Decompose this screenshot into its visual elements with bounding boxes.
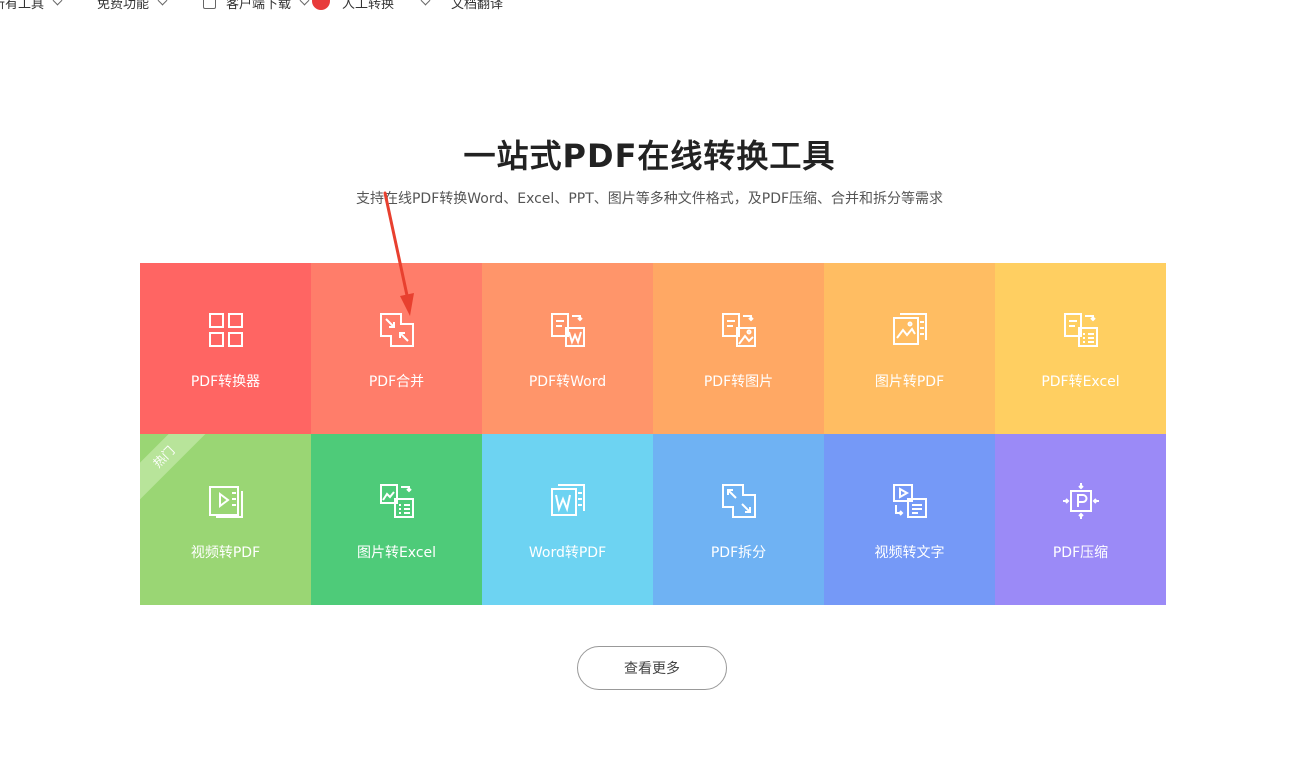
nav-item-label: 人工转换 [342, 0, 395, 12]
tool-label: PDF转Excel [1041, 374, 1120, 390]
top-nav: 所有工具 免费功能 客户端下载 人工转换 文档翻译 [0, 0, 1299, 14]
tool-tile-video-to-pdf[interactable]: 热门 视频转PDF [140, 434, 311, 605]
tool-tile-pdf-to-word[interactable]: PDF转Word [482, 263, 653, 434]
tool-tile-pdf-converter[interactable]: PDF转换器 [140, 263, 311, 434]
tool-label: PDF转图片 [703, 374, 774, 390]
nav-item-all-tools[interactable]: 所有工具 [0, 0, 63, 14]
tool-label: PDF拆分 [710, 545, 767, 561]
tool-tile-pdf-to-excel[interactable]: PDF转Excel [995, 263, 1166, 434]
page-title: 一站式PDF在线转换工具 [463, 137, 836, 175]
tool-label: 视频转PDF [190, 545, 261, 561]
chevron-down-icon [299, 0, 310, 6]
merge-icon [379, 313, 414, 347]
image-to-excel-icon [379, 484, 414, 518]
tool-label: 图片转Excel [356, 545, 437, 561]
hot-badge: 热门 [140, 434, 209, 502]
nav-item-manual-conversion[interactable]: 人工转换 [312, 0, 431, 14]
chevron-down-icon [52, 0, 63, 6]
tool-label: 图片转PDF [874, 374, 945, 390]
video-to-text-icon [892, 484, 927, 518]
tool-tile-pdf-split[interactable]: PDF拆分 [653, 434, 824, 605]
tool-label: PDF转Word [528, 374, 607, 390]
nav-item-label: 文档翻译 [451, 0, 504, 12]
tool-label: Word转PDF [528, 545, 607, 561]
tool-grid: PDF转换器 PDF合并 PDF转Word PDF转图片 图片转PDF PDF转… [140, 263, 1166, 605]
tool-label: 视频转文字 [874, 545, 945, 561]
word-to-pdf-icon [550, 484, 585, 516]
pdf-to-word-icon [550, 313, 585, 347]
nav-item-label: 所有工具 [0, 0, 45, 12]
tool-label: PDF合并 [368, 374, 425, 390]
tool-tile-word-to-pdf[interactable]: Word转PDF [482, 434, 653, 605]
chevron-down-icon [157, 0, 168, 6]
tool-tile-image-to-excel[interactable]: 图片转Excel [311, 434, 482, 605]
tool-tile-pdf-to-image[interactable]: PDF转图片 [653, 263, 824, 434]
nav-item-free-features[interactable]: 免费功能 [97, 0, 168, 14]
compress-icon [1062, 483, 1099, 519]
download-icon [203, 0, 216, 9]
pdf-to-image-icon [721, 313, 756, 347]
view-more-button[interactable]: 查看更多 [577, 646, 727, 690]
pdf-to-excel-icon [1063, 313, 1098, 347]
tool-tile-video-to-text[interactable]: 视频转文字 [824, 434, 995, 605]
nav-item-label: 免费功能 [97, 0, 150, 12]
video-to-pdf-icon [208, 486, 243, 518]
grid-icon [208, 313, 243, 347]
chevron-down-icon [420, 0, 431, 6]
tool-tile-pdf-compress[interactable]: PDF压缩 [995, 434, 1166, 605]
service-icon [312, 0, 330, 10]
tool-tile-pdf-merge[interactable]: PDF合并 [311, 263, 482, 434]
tool-label: PDF转换器 [190, 374, 261, 390]
split-icon [721, 484, 756, 518]
page-subtitle: 支持在线PDF转换Word、Excel、PPT、图片等多种文件格式，及PDF压缩… [355, 191, 944, 207]
nav-item-label: 客户端下载 [226, 0, 292, 12]
tool-label: PDF压缩 [1052, 545, 1109, 561]
nav-item-client-download[interactable]: 客户端下载 [203, 0, 310, 14]
tool-tile-image-to-pdf[interactable]: 图片转PDF [824, 263, 995, 434]
image-to-pdf-icon [892, 313, 927, 345]
nav-item-doc-translate[interactable]: 文档翻译 [451, 0, 503, 14]
